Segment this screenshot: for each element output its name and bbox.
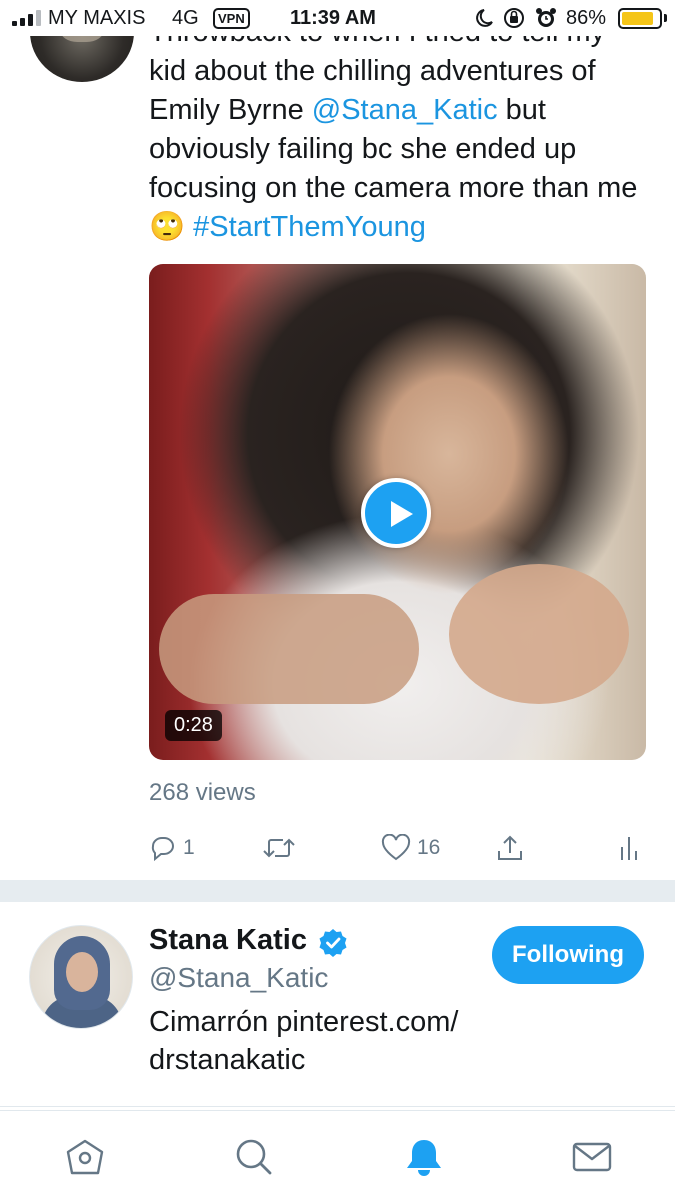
analytics-icon bbox=[621, 837, 637, 860]
network-type: 4G bbox=[172, 7, 199, 29]
user-display-name[interactable]: Stana Katic bbox=[149, 924, 307, 957]
video-frame-hand bbox=[449, 564, 629, 704]
retweet-button[interactable] bbox=[261, 830, 303, 866]
moon-icon bbox=[476, 9, 493, 27]
bottom-tab-bar bbox=[0, 1111, 675, 1200]
alarm-icon bbox=[536, 8, 556, 27]
avatar-face bbox=[66, 952, 98, 992]
battery-percent: 86% bbox=[566, 7, 607, 29]
tab-notifications[interactable] bbox=[402, 1135, 446, 1179]
play-icon bbox=[391, 501, 413, 527]
user-avatar[interactable] bbox=[29, 925, 133, 1029]
verified-badge-icon bbox=[319, 929, 347, 957]
reply-button[interactable]: 1 bbox=[149, 830, 195, 866]
card-bottom-divider bbox=[0, 1106, 675, 1107]
user-bio: Cimarrón pinterest.com/ drstanakatic bbox=[149, 1003, 569, 1079]
video-frame-arm bbox=[159, 594, 419, 704]
orientation-lock-icon bbox=[504, 8, 524, 28]
tweet-text: Throwback to when I tried to tell my kid… bbox=[149, 13, 649, 247]
user-bio-line2: drstanakatic bbox=[149, 1044, 306, 1076]
like-button[interactable]: 16 bbox=[381, 830, 440, 866]
vpn-badge: VPN bbox=[213, 8, 250, 29]
tweet-hashtag-link[interactable]: #StartThemYoung bbox=[193, 211, 426, 243]
notifications-icon bbox=[407, 1140, 441, 1176]
status-bar: MY MAXIS 4G VPN 11:39 AM 86% bbox=[0, 0, 675, 36]
tab-home[interactable] bbox=[63, 1135, 107, 1179]
share-button[interactable] bbox=[495, 830, 525, 866]
video-duration: 0:28 bbox=[165, 710, 222, 741]
search-icon bbox=[236, 1139, 272, 1175]
play-button[interactable] bbox=[361, 478, 431, 548]
tweet-mention-link[interactable]: @Stana_Katic bbox=[312, 94, 498, 126]
messages-icon bbox=[572, 1142, 612, 1172]
user-handle: @Stana_Katic bbox=[149, 962, 329, 993]
share-icon bbox=[498, 835, 522, 860]
analytics-button[interactable] bbox=[619, 830, 641, 866]
tweet-actions: 1 16 bbox=[149, 830, 649, 866]
battery-nub bbox=[664, 14, 667, 22]
user-bio-line1: Cimarrón pinterest.com/ bbox=[149, 1006, 459, 1038]
like-count: 16 bbox=[417, 836, 441, 859]
reply-count: 1 bbox=[183, 836, 195, 859]
view-count: 268 views bbox=[149, 779, 256, 806]
battery-fill bbox=[622, 12, 653, 25]
status-icons bbox=[476, 8, 556, 28]
eye-roll-emoji: 🙄 bbox=[149, 211, 186, 243]
section-divider bbox=[0, 880, 675, 902]
home-icon bbox=[66, 1139, 104, 1175]
signal-icon bbox=[12, 10, 41, 26]
tweet-video[interactable]: 0:28 bbox=[149, 264, 646, 760]
retweet-icon bbox=[263, 838, 295, 858]
tab-search[interactable] bbox=[232, 1135, 276, 1179]
following-button[interactable]: Following bbox=[492, 926, 644, 984]
carrier-name: MY MAXIS bbox=[48, 7, 146, 29]
battery-icon bbox=[618, 8, 662, 29]
clock: 11:39 AM bbox=[290, 7, 376, 29]
reply-icon bbox=[151, 837, 174, 862]
tab-messages[interactable] bbox=[570, 1135, 614, 1179]
heart-icon bbox=[381, 834, 411, 861]
